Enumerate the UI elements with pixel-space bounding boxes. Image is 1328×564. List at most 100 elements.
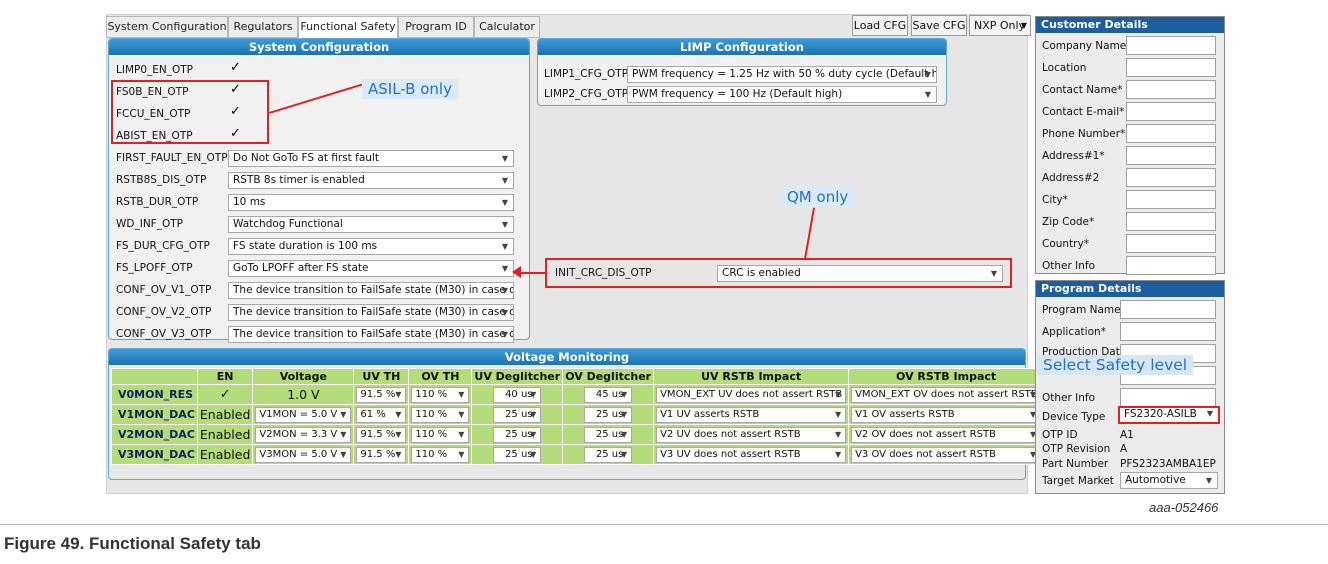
v1mon-ov-th-dropdown[interactable]: 110 % ▼ (411, 406, 470, 423)
location-input[interactable] (1126, 58, 1216, 77)
chevron-down-icon: ▼ (395, 429, 402, 439)
program-name-label: Program Name* (1042, 304, 1126, 316)
save-cfg-button[interactable]: Save CFG (911, 15, 967, 36)
v2mon-ov-rstb-dropdown[interactable]: V2 OV does not assert RSTB ▼ (851, 426, 1042, 443)
country-input[interactable] (1126, 234, 1216, 253)
chevron-down-icon: ▼ (458, 409, 465, 419)
wd-inf-dropdown[interactable]: Watchdog Functional ▼ (228, 216, 514, 233)
conf-ov-v2-dropdown[interactable]: The device transition to FailSafe state … (228, 304, 514, 321)
v2mon-uv-th-dropdown[interactable]: 91.5 % ▼ (356, 426, 407, 443)
column-header: Voltage (252, 368, 355, 385)
v1mon-en-value: Enabled (196, 404, 254, 425)
tab-calculator[interactable]: Calculator (474, 16, 540, 38)
address2-input[interactable] (1126, 168, 1216, 187)
v2mon-uv-rstb-dropdown[interactable]: V2 UV does not assert RSTB ▼ (656, 426, 847, 443)
tab-functional-safety[interactable]: Functional Safety (298, 16, 398, 39)
chevron-down-icon: ▼ (530, 449, 537, 459)
tab-program-id[interactable]: Program ID (398, 16, 474, 38)
v2mon-voltage-dropdown[interactable]: V2MON = 3.3 V ▼ (255, 426, 352, 443)
zip-code-label: Zip Code* (1042, 216, 1095, 228)
v2mon-ov-th-dropdown[interactable]: 110 % ▼ (411, 426, 470, 443)
conf-ov-v1-dropdown[interactable]: The device transition to FailSafe state … (228, 282, 514, 299)
rstb-dur-dropdown[interactable]: 10 ms ▼ (228, 194, 514, 211)
nxp-only-dropdown[interactable]: NXP Only ▼ (969, 15, 1031, 36)
v1mon-uv-deglitch-dropdown[interactable]: 25 us ▼ (493, 406, 542, 423)
v2mon-uv-deglitch-dropdown[interactable]: 25 us ▼ (493, 426, 542, 443)
load-cfg-button[interactable]: Load CFG (852, 15, 908, 36)
v3mon-uv-rstb-dropdown[interactable]: V3 UV does not assert RSTB ▼ (656, 446, 847, 463)
chevron-down-icon: ▼ (395, 449, 402, 459)
v1mon-ov-rstb-cell: V1 OV asserts RSTB ▼ (848, 404, 1045, 425)
v3mon-voltage-dropdown[interactable]: V3MON = 5.0 V ▼ (255, 446, 352, 463)
v2mon-ov-deglitch-dropdown[interactable]: 25 us ▼ (584, 426, 633, 443)
fs-lpoff-dropdown[interactable]: GoTo LPOFF after FS state ▼ (228, 260, 514, 277)
conf-ov-v3-dropdown[interactable]: The device transition to FailSafe state … (228, 326, 514, 343)
v2mon-ov-rstb-value: V2 OV does not assert RSTB (855, 428, 996, 440)
contact-name-label: Contact Name* (1042, 84, 1123, 96)
v0mon-ov-deglitch-dropdown[interactable]: 45 us ▼ (584, 386, 633, 403)
v3mon-ov-deglitch-dropdown[interactable]: 25 us ▼ (584, 446, 633, 463)
init-crc-dis-dropdown[interactable]: CRC is enabled ▼ (717, 265, 1003, 282)
v0mon-ov-th-cell: 110 % ▼ (408, 384, 473, 405)
program-other-info-input[interactable] (1120, 388, 1216, 407)
chevron-down-icon: ▼ (620, 389, 628, 399)
v2mon-uv-th-value: 91.5 % (360, 428, 396, 440)
v0mon-ov-rstb-dropdown[interactable]: VMON_EXT OV does not assert RSTB ▼ (851, 386, 1042, 403)
target-market-label: Target Market (1042, 475, 1114, 487)
chevron-down-icon: ▼ (501, 176, 508, 185)
v1mon-ov-deglitch-dropdown[interactable]: 25 us ▼ (584, 406, 633, 423)
company-name-label: Company Name* (1042, 40, 1132, 52)
v1mon-uv-rstb-dropdown[interactable]: V1 UV asserts RSTB ▼ (656, 406, 847, 423)
limp1-cfg-dropdown[interactable]: PWM frequency = 1.25 Hz with 50 % duty c… (627, 66, 937, 83)
program-name-input[interactable] (1120, 300, 1216, 319)
city-input[interactable] (1126, 190, 1216, 209)
v3mon-ov-th-dropdown[interactable]: 110 % ▼ (411, 446, 470, 463)
v1mon-ov-rstb-value: V1 OV asserts RSTB (855, 408, 955, 420)
other-info-input[interactable] (1126, 256, 1216, 275)
rstb8s-dis-dropdown[interactable]: RSTB 8s timer is enabled ▼ (228, 172, 514, 189)
table-row: V0MON_RES ✓ 1.0 V 91.5 % ▼ 110 % ▼ 40 us ▼ … (111, 384, 1045, 405)
v3mon-ov-rstb-cell: V3 OV does not assert RSTB ▼ (848, 444, 1045, 465)
voltage-monitoring-title: Voltage Monitoring (109, 349, 1025, 365)
v3mon-ov-th-value: 110 % (415, 448, 448, 460)
v0mon-uv-rstb-dropdown[interactable]: VMON_EXT UV does not assert RSTB ▼ (656, 386, 847, 403)
wd-inf-label: WD_INF_OTP (116, 218, 183, 230)
limp2-cfg-dropdown[interactable]: PWM frequency = 100 Hz (Default high) ▼ (627, 86, 937, 103)
company-name-input[interactable] (1126, 36, 1216, 55)
v0mon-uv-deglitch-dropdown[interactable]: 40 us ▼ (493, 386, 542, 403)
v3mon-ov-rstb-dropdown[interactable]: V3 OV does not assert RSTB ▼ (851, 446, 1042, 463)
v0mon-ov-th-dropdown[interactable]: 110 % ▼ (411, 386, 470, 403)
tab-regulators[interactable]: Regulators (228, 16, 298, 38)
v3mon-uv-deglitch-dropdown[interactable]: 25 us ▼ (493, 446, 542, 463)
v1mon-voltage-dropdown[interactable]: V1MON = 5.0 V ▼ (255, 406, 352, 423)
v1mon-uv-th-dropdown[interactable]: 61 % ▼ (356, 406, 407, 423)
target-market-dropdown[interactable]: Automotive ▼ (1120, 472, 1218, 489)
v0mon-en-checkbox[interactable]: ✓ (196, 384, 254, 405)
contact-name-input[interactable] (1126, 80, 1216, 99)
v3mon-en-value: Enabled (196, 444, 254, 465)
column-header: UV Deglitcher (471, 368, 564, 385)
v3mon-uv-deglitch-value: 25 us (505, 448, 533, 460)
chevron-down-icon: ▼ (340, 449, 347, 459)
fs-dur-cfg-dropdown[interactable]: FS state duration is 100 ms ▼ (228, 238, 514, 255)
table-header-row: EN Voltage UV TH OV TH UV Deglitcher OV … (111, 368, 1045, 385)
rstb8s-dis-label: RSTB8S_DIS_OTP (116, 174, 207, 186)
chevron-down-icon: ▼ (1206, 409, 1213, 418)
asil-b-highlight-box (111, 80, 269, 144)
v3mon-uv-th-dropdown[interactable]: 91.5 % ▼ (356, 446, 407, 463)
v1mon-ov-rstb-dropdown[interactable]: V1 OV asserts RSTB ▼ (851, 406, 1042, 423)
address1-input[interactable] (1126, 146, 1216, 165)
zip-code-input[interactable] (1126, 212, 1216, 231)
v2mon-en-value: Enabled (196, 424, 254, 445)
chevron-down-icon: ▼ (620, 429, 628, 439)
other-info-label: Other Info (1042, 260, 1096, 272)
phone-number-input[interactable] (1126, 124, 1216, 143)
limp0-en-checkbox[interactable]: ✓ (230, 60, 241, 75)
first-fault-en-dropdown[interactable]: Do Not GoTo FS at first fault ▼ (228, 150, 514, 167)
device-type-dropdown[interactable]: FS2320-ASILB ▼ (1120, 408, 1218, 422)
application-input[interactable] (1120, 322, 1216, 341)
contact-email-input[interactable] (1126, 102, 1216, 121)
asil-b-callout: ASIL-B only (362, 79, 458, 99)
v0mon-uv-th-dropdown[interactable]: 91.5 % ▼ (356, 386, 407, 403)
tab-system-configuration[interactable]: System Configuration (106, 16, 228, 38)
